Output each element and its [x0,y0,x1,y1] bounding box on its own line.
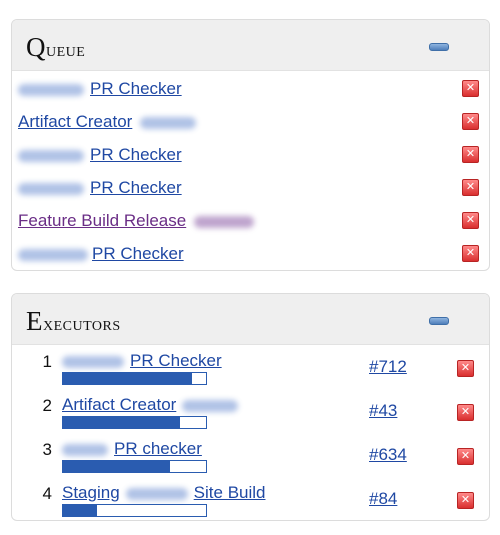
queue-item: PR Checker ✕ [12,72,489,105]
cancel-icon[interactable]: ✕ [462,179,479,196]
executor-number: 4 [42,484,52,503]
cancel-icon[interactable]: ✕ [457,404,474,421]
executor-row: 4 Staging Site Build #84 ✕ [12,480,489,520]
queue-item: Feature Build Release ✕ [12,204,489,237]
queue-item-link[interactable]: Artifact Creator [18,112,197,132]
redacted-text [62,355,124,368]
queue-item: PR Checker ✕ [12,138,489,171]
executor-progress-fill [63,373,192,384]
queue-item-link[interactable]: PR Checker [18,145,182,165]
cancel-icon[interactable]: ✕ [462,212,479,229]
cancel-icon[interactable]: ✕ [462,245,479,262]
executor-row: 3 PR checker #634 ✕ [12,436,489,480]
executor-number: 3 [42,440,52,459]
redacted-text [182,399,239,412]
redacted-text [18,182,84,195]
executor-build-link[interactable]: #634 [369,445,407,465]
executor-row: 2 Artifact Creator #43 ✕ [12,392,489,436]
executor-job-link[interactable]: PR checker [62,439,202,459]
queue-item: Artifact Creator ✕ [12,105,489,138]
cancel-icon[interactable]: ✕ [457,448,474,465]
executor-number: 1 [42,352,52,371]
executor-row: 1 PR Checker #712 ✕ [12,348,489,392]
executor-job-link[interactable]: Staging Site Build [62,483,266,503]
queue-item: PR Checker ✕ [12,237,489,270]
queue-item-link[interactable]: Feature Build Release [18,211,255,231]
executor-number: 2 [42,396,52,415]
redacted-text [18,83,84,96]
queue-panel-header: Queue [12,20,489,71]
redacted-text [194,215,255,228]
redacted-text [140,116,197,129]
queue-item-link[interactable]: PR Checker [18,79,182,99]
queue-item-link[interactable]: PR Checker [18,178,182,198]
executor-build-link[interactable]: #43 [369,401,397,421]
executors-list: 1 PR Checker #712 ✕ 2 Artifact Creator #… [12,348,489,520]
redacted-text [125,487,188,500]
executors-collapse-button[interactable] [429,317,449,325]
executor-progress-bar [62,460,207,473]
executor-build-link[interactable]: #84 [369,489,397,509]
executor-build-link[interactable]: #712 [369,357,407,377]
queue-item-link[interactable]: PR Checker [18,244,184,264]
cancel-icon[interactable]: ✕ [462,146,479,163]
executors-panel: Executors 1 PR Checker #712 ✕ 2 Artifact… [11,293,490,521]
executor-progress-fill [63,461,171,472]
queue-panel: Queue PR Checker ✕ Artifact Creator ✕ PR… [11,19,490,271]
executor-job-link[interactable]: Artifact Creator [62,395,239,415]
cancel-icon[interactable]: ✕ [462,113,479,130]
cancel-icon[interactable]: ✕ [462,80,479,97]
executor-progress-bar [62,416,207,429]
queue-panel-title: Queue [26,32,86,62]
redacted-text [62,443,108,456]
cancel-icon[interactable]: ✕ [457,360,474,377]
executor-progress-fill [63,417,181,428]
executor-progress-fill [63,505,98,516]
executors-panel-title: Executors [26,306,121,336]
executor-progress-bar [62,504,207,517]
queue-item: PR Checker ✕ [12,171,489,204]
executor-progress-bar [62,372,207,385]
executors-panel-header: Executors [12,294,489,345]
redacted-text [18,248,88,261]
queue-list: PR Checker ✕ Artifact Creator ✕ PR Check… [12,72,489,270]
executor-job-link[interactable]: PR Checker [62,351,222,371]
cancel-icon[interactable]: ✕ [457,492,474,509]
redacted-text [18,149,84,162]
queue-collapse-button[interactable] [429,43,449,51]
